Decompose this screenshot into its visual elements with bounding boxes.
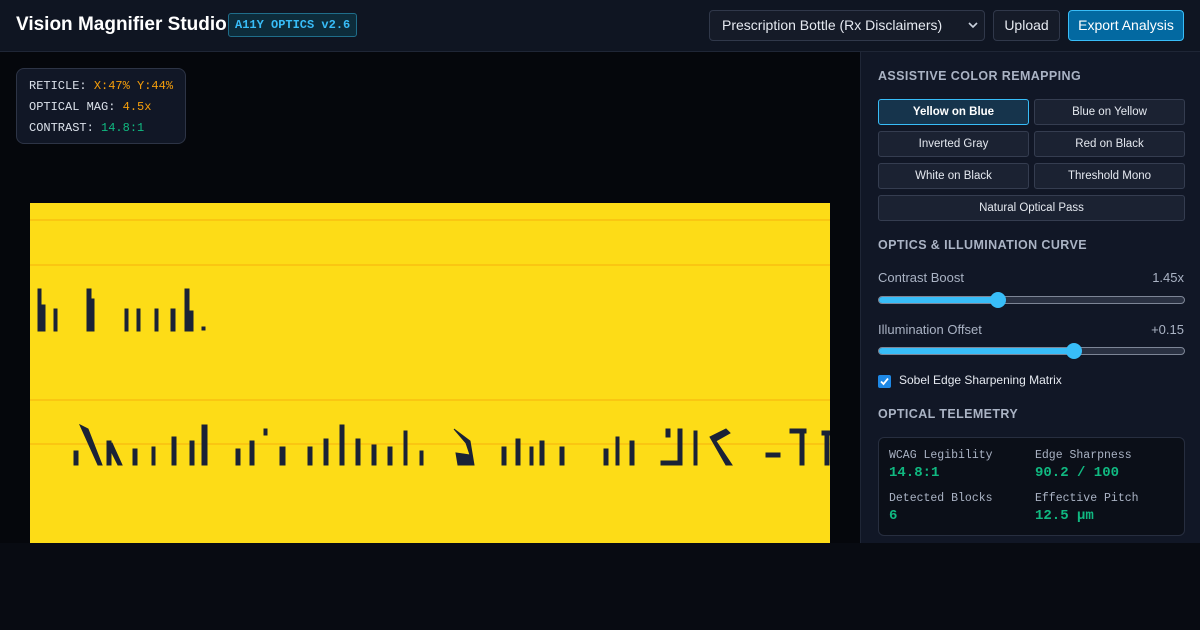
illumination-offset-slider[interactable] — [878, 343, 1185, 359]
contrast-boost-label: Contrast Boost — [878, 270, 964, 285]
sobel-label: Sobel Edge Sharpening Matrix — [899, 373, 1062, 387]
palette-red-on-black-button[interactable]: Red on Black — [1034, 131, 1185, 157]
palette-natural-optical-pass-button[interactable]: Natural Optical Pass — [878, 195, 1185, 221]
illumination-offset-fill — [879, 348, 1075, 354]
telemetry-label: Effective Pitch — [1035, 492, 1139, 505]
hud-reticle-value: X:47% Y:44% — [93, 79, 174, 93]
telemetry-wcag: WCAG Legibility 14.8:1 — [889, 449, 993, 481]
magnified-text-render — [30, 219, 830, 466]
upload-button[interactable]: Upload — [993, 10, 1060, 41]
contrast-boost-value: 1.45x — [1152, 270, 1184, 285]
control-sidebar: ASSISTIVE COLOR REMAPPING Yellow on Blue… — [860, 52, 1200, 543]
telemetry-label: WCAG Legibility — [889, 449, 993, 462]
magnified-image-canvas[interactable] — [30, 203, 830, 543]
telemetry-value: 14.8:1 — [889, 465, 940, 481]
telemetry-value: 6 — [889, 508, 898, 524]
telemetry-effective-pitch: Effective Pitch 12.5 µm — [1035, 492, 1139, 524]
palette-threshold-mono-button[interactable]: Threshold Mono — [1034, 163, 1185, 189]
magnifier-viewport[interactable]: RETICLE: X:47% Y:44% OPTICAL MAG: 4.5x C… — [0, 52, 860, 543]
palette-yellow-on-blue-button[interactable]: Yellow on Blue — [878, 99, 1029, 125]
version-badge: A11Y OPTICS v2.6 — [228, 13, 358, 37]
telemetry-value: 12.5 µm — [1035, 508, 1094, 524]
hud-reticle-row: RETICLE: X:47% Y:44% — [29, 78, 185, 99]
illumination-offset-label: Illumination Offset — [878, 322, 982, 337]
hud-mag-row: OPTICAL MAG: 4.5x — [29, 99, 185, 120]
palette-white-on-black-button[interactable]: White on Black — [878, 163, 1029, 189]
hud-contrast-value: 14.8:1 — [101, 121, 145, 135]
export-analysis-button[interactable]: Export Analysis — [1068, 10, 1184, 41]
hud-mag-value: 4.5x — [122, 100, 152, 114]
optics-curve-title: OPTICS & ILLUMINATION CURVE — [878, 238, 1087, 252]
palette-blue-on-yellow-button[interactable]: Blue on Yellow — [1034, 99, 1185, 125]
illumination-offset-thumb[interactable] — [1066, 343, 1083, 359]
telemetry-edge-sharpness: Edge Sharpness 90.2 / 100 — [1035, 449, 1132, 481]
document-select-value: Prescription Bottle (Rx Disclaimers) — [722, 17, 943, 33]
chevron-down-icon — [968, 11, 978, 52]
app-header: Vision Magnifier Studio A11Y OPTICS v2.6… — [0, 0, 1200, 52]
telemetry-label: Detected Blocks — [889, 492, 993, 505]
telemetry-value: 90.2 / 100 — [1035, 465, 1120, 481]
sobel-checkbox[interactable] — [878, 375, 891, 388]
color-remap-title: ASSISTIVE COLOR REMAPPING — [878, 69, 1082, 83]
illumination-offset-value: +0.15 — [1151, 322, 1184, 337]
hud-contrast-label: CONTRAST: — [29, 121, 94, 135]
telemetry-title: OPTICAL TELEMETRY — [878, 407, 1019, 421]
telemetry-label: Edge Sharpness — [1035, 449, 1132, 462]
hud-mag-label: OPTICAL MAG: — [29, 100, 116, 114]
document-select[interactable]: Prescription Bottle (Rx Disclaimers) — [709, 10, 985, 41]
hud-reticle-label: RETICLE: — [29, 79, 87, 93]
contrast-boost-thumb[interactable] — [989, 292, 1006, 308]
telemetry-detected-blocks: Detected Blocks 6 — [889, 492, 993, 524]
hud-contrast-row: CONTRAST: 14.8:1 — [29, 120, 185, 141]
app-title: Vision Magnifier Studio — [16, 14, 227, 35]
optics-hud: RETICLE: X:47% Y:44% OPTICAL MAG: 4.5x C… — [16, 68, 186, 144]
contrast-boost-fill — [879, 297, 998, 303]
checkmark-icon — [880, 377, 889, 386]
palette-inverted-gray-button[interactable]: Inverted Gray — [878, 131, 1029, 157]
telemetry-panel: WCAG Legibility 14.8:1 Edge Sharpness 90… — [878, 437, 1185, 536]
contrast-boost-slider[interactable] — [878, 292, 1185, 308]
